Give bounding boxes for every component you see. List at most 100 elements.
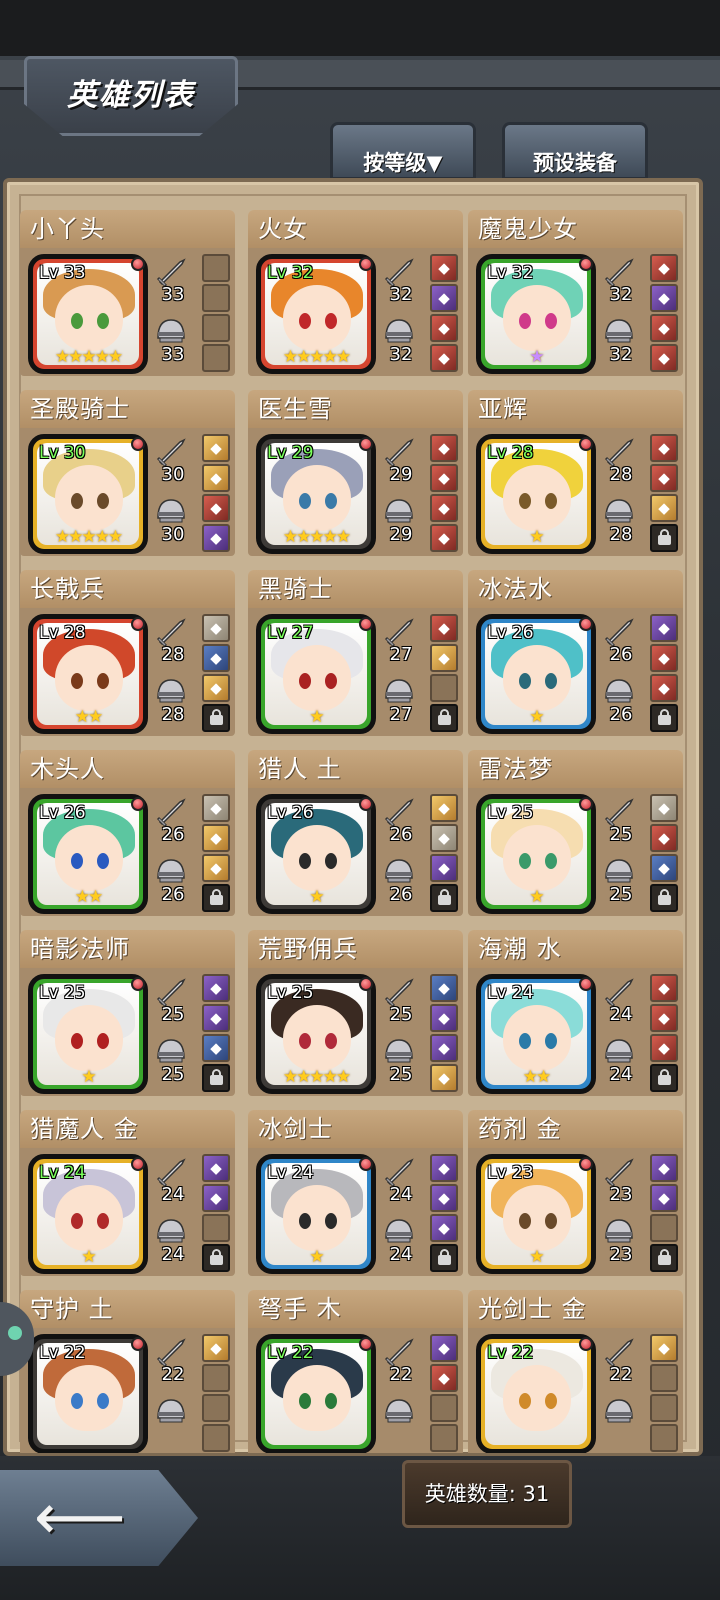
equipment-slot[interactable]: ◆ bbox=[650, 674, 678, 702]
hero-portrait[interactable]: Lv 33 ★★★★★ bbox=[28, 254, 148, 374]
hero-portrait[interactable]: Lv 26 ★ bbox=[256, 794, 376, 914]
equipment-slot[interactable]: ◆ bbox=[650, 344, 678, 372]
equipment-slot[interactable]: ◆ bbox=[202, 1004, 230, 1032]
equipment-slot[interactable]: ◆ bbox=[202, 1184, 230, 1212]
equipment-slot[interactable]: ◆ bbox=[650, 824, 678, 852]
equipment-slot[interactable]: ◆ bbox=[650, 1184, 678, 1212]
equipment-slot[interactable]: ◆ bbox=[430, 614, 458, 642]
equipment-slot[interactable] bbox=[202, 284, 230, 312]
locked-slot-icon[interactable] bbox=[430, 1244, 458, 1272]
equipment-slot[interactable]: ◆ bbox=[430, 314, 458, 342]
preset-equipment-button[interactable]: 预设装备 bbox=[502, 122, 648, 180]
hero-card[interactable]: 黑骑士 Lv 27 ★ 27 27 ◆ ◆ bbox=[248, 570, 463, 736]
equipment-slot[interactable]: ◆ bbox=[650, 1154, 678, 1182]
equipment-slot[interactable]: ◆ bbox=[430, 1004, 458, 1032]
equipment-slot[interactable]: ◆ bbox=[202, 674, 230, 702]
equipment-slot[interactable]: ◆ bbox=[650, 974, 678, 1002]
hero-portrait[interactable]: Lv 22 bbox=[256, 1334, 376, 1453]
equipment-slot[interactable]: ◆ bbox=[650, 284, 678, 312]
equipment-slot[interactable]: ◆ bbox=[430, 494, 458, 522]
equipment-slot[interactable]: ◆ bbox=[202, 464, 230, 492]
hero-portrait[interactable]: Lv 26 ★ bbox=[476, 614, 596, 734]
hero-card[interactable]: 荒野佣兵 Lv 25 ★★★★★ 25 25 ◆ ◆ ◆ ◆ bbox=[248, 930, 463, 1096]
equipment-slot[interactable]: ◆ bbox=[650, 644, 678, 672]
equipment-slot[interactable] bbox=[430, 674, 458, 702]
equipment-slot[interactable]: ◆ bbox=[430, 1154, 458, 1182]
equipment-slot[interactable]: ◆ bbox=[430, 1214, 458, 1242]
hero-card[interactable]: 暗影法师 Lv 25 ★ 25 25 ◆ ◆ ◆ bbox=[20, 930, 235, 1096]
equipment-slot[interactable] bbox=[430, 1394, 458, 1422]
equipment-slot[interactable] bbox=[650, 1394, 678, 1422]
equipment-slot[interactable]: ◆ bbox=[202, 794, 230, 822]
equipment-slot[interactable] bbox=[650, 1424, 678, 1452]
hero-portrait[interactable]: Lv 32 ★★★★★ bbox=[256, 254, 376, 374]
equipment-slot[interactable] bbox=[202, 314, 230, 342]
locked-slot-icon[interactable] bbox=[650, 884, 678, 912]
hero-portrait[interactable]: Lv 25 ★ bbox=[28, 974, 148, 1094]
equipment-slot[interactable]: ◆ bbox=[430, 1034, 458, 1062]
hero-portrait[interactable]: Lv 32 ★ bbox=[476, 254, 596, 374]
locked-slot-icon[interactable] bbox=[650, 1064, 678, 1092]
equipment-slot[interactable]: ◆ bbox=[202, 854, 230, 882]
hero-portrait[interactable]: Lv 30 ★★★★★ bbox=[28, 434, 148, 554]
equipment-slot[interactable]: ◆ bbox=[650, 494, 678, 522]
hero-portrait[interactable]: Lv 22 bbox=[476, 1334, 596, 1453]
hero-card[interactable]: 木头人 Lv 26 ★★ 26 26 ◆ ◆ ◆ bbox=[20, 750, 235, 916]
locked-slot-icon[interactable] bbox=[202, 884, 230, 912]
equipment-slot[interactable] bbox=[650, 1214, 678, 1242]
equipment-slot[interactable]: ◆ bbox=[430, 1364, 458, 1392]
equipment-slot[interactable]: ◆ bbox=[430, 974, 458, 1002]
hero-card[interactable]: 猎魔人 金 Lv 24 ★ 24 24 ◆ ◆ bbox=[20, 1110, 235, 1276]
equipment-slot[interactable]: ◆ bbox=[430, 464, 458, 492]
equipment-slot[interactable]: ◆ bbox=[202, 614, 230, 642]
hero-portrait[interactable]: Lv 24 ★ bbox=[28, 1154, 148, 1274]
equipment-slot[interactable]: ◆ bbox=[650, 854, 678, 882]
equipment-slot[interactable] bbox=[202, 1394, 230, 1422]
hero-card[interactable]: 亚辉 Lv 28 ★ 28 28 ◆ ◆ ◆ bbox=[468, 390, 683, 556]
hero-card[interactable]: 海潮 水 Lv 24 ★★ 24 24 ◆ ◆ ◆ bbox=[468, 930, 683, 1096]
equipment-slot[interactable]: ◆ bbox=[430, 1184, 458, 1212]
equipment-slot[interactable]: ◆ bbox=[202, 974, 230, 1002]
locked-slot-icon[interactable] bbox=[650, 524, 678, 552]
equipment-slot[interactable]: ◆ bbox=[202, 1154, 230, 1182]
hero-card[interactable]: 圣殿骑士 Lv 30 ★★★★★ 30 30 ◆ ◆ ◆ ◆ bbox=[20, 390, 235, 556]
hero-card[interactable]: 魔鬼少女 Lv 32 ★ 32 32 ◆ ◆ ◆ ◆ bbox=[468, 210, 683, 376]
hero-card[interactable]: 雷法梦 Lv 25 ★ 25 25 ◆ ◆ ◆ bbox=[468, 750, 683, 916]
equipment-slot[interactable]: ◆ bbox=[202, 1334, 230, 1362]
equipment-slot[interactable]: ◆ bbox=[650, 434, 678, 462]
hero-portrait[interactable]: Lv 27 ★ bbox=[256, 614, 376, 734]
equipment-slot[interactable] bbox=[430, 1424, 458, 1452]
equipment-slot[interactable]: ◆ bbox=[430, 524, 458, 552]
equipment-slot[interactable]: ◆ bbox=[430, 434, 458, 462]
equipment-slot[interactable]: ◆ bbox=[430, 794, 458, 822]
equipment-slot[interactable]: ◆ bbox=[202, 434, 230, 462]
equipment-slot[interactable] bbox=[202, 1364, 230, 1392]
hero-card[interactable]: 光剑士 金 Lv 22 22 ◆ bbox=[468, 1290, 683, 1453]
hero-card[interactable]: 守护 土 Lv 22 22 ◆ bbox=[20, 1290, 235, 1453]
equipment-slot[interactable]: ◆ bbox=[202, 644, 230, 672]
equipment-slot[interactable]: ◆ bbox=[650, 464, 678, 492]
locked-slot-icon[interactable] bbox=[202, 704, 230, 732]
equipment-slot[interactable]: ◆ bbox=[430, 254, 458, 282]
equipment-slot[interactable]: ◆ bbox=[202, 524, 230, 552]
hero-grid[interactable]: 小丫头 Lv 33 ★★★★★ 33 33 火女 Lv 32 ★★★★★ 32 32 ◆ ◆ ◆ ◆ 魔鬼少… bbox=[20, 210, 690, 1453]
equipment-slot[interactable]: ◆ bbox=[650, 1004, 678, 1032]
equipment-slot[interactable]: ◆ bbox=[650, 314, 678, 342]
locked-slot-icon[interactable] bbox=[430, 884, 458, 912]
hero-portrait[interactable]: Lv 23 ★ bbox=[476, 1154, 596, 1274]
locked-slot-icon[interactable] bbox=[202, 1244, 230, 1272]
equipment-slot[interactable]: ◆ bbox=[430, 344, 458, 372]
equipment-slot[interactable]: ◆ bbox=[650, 254, 678, 282]
equipment-slot[interactable]: ◆ bbox=[202, 494, 230, 522]
hero-portrait[interactable]: Lv 28 ★ bbox=[476, 434, 596, 554]
hero-portrait[interactable]: Lv 28 ★★ bbox=[28, 614, 148, 734]
sort-by-level-button[interactable]: 按等级▼ bbox=[330, 122, 476, 180]
equipment-slot[interactable]: ◆ bbox=[430, 1334, 458, 1362]
equipment-slot[interactable]: ◆ bbox=[430, 854, 458, 882]
hero-card[interactable]: 冰法水 Lv 26 ★ 26 26 ◆ ◆ ◆ bbox=[468, 570, 683, 736]
hero-card[interactable]: 弩手 木 Lv 22 22 ◆ ◆ bbox=[248, 1290, 463, 1453]
hero-card[interactable]: 火女 Lv 32 ★★★★★ 32 32 ◆ ◆ ◆ ◆ bbox=[248, 210, 463, 376]
hero-portrait[interactable]: Lv 26 ★★ bbox=[28, 794, 148, 914]
hero-card[interactable]: 医生雪 Lv 29 ★★★★★ 29 29 ◆ ◆ ◆ ◆ bbox=[248, 390, 463, 556]
equipment-slot[interactable] bbox=[202, 254, 230, 282]
